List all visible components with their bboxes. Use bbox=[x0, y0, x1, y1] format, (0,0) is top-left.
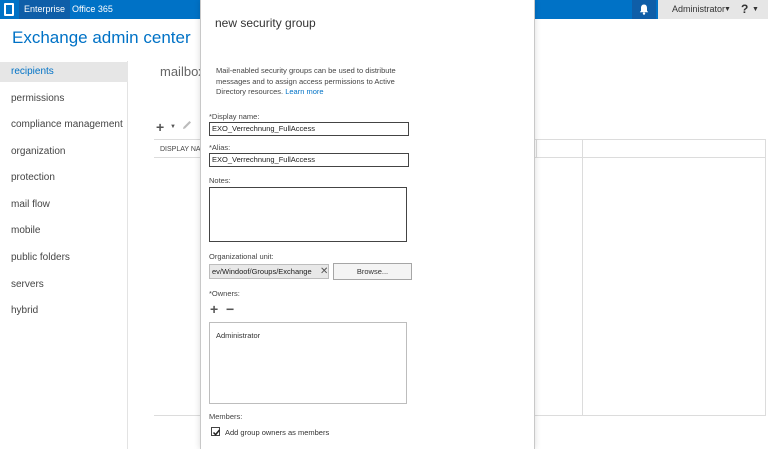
user-name[interactable]: Administrator bbox=[672, 0, 725, 19]
nav-item-public-folders[interactable]: public folders bbox=[0, 248, 128, 268]
nav-item-servers[interactable]: servers bbox=[0, 275, 128, 295]
app-title: Exchange admin center bbox=[12, 28, 191, 47]
nav-item-hybrid[interactable]: hybrid bbox=[0, 301, 128, 321]
add-owners-as-members-label[interactable]: Add group owners as members bbox=[225, 428, 329, 437]
new-security-group-dialog: new security group Mail-enabled security… bbox=[200, 0, 535, 449]
user-menu[interactable]: Administrator ▼ ? ▼ bbox=[658, 0, 768, 19]
list-item[interactable]: Administrator bbox=[216, 331, 260, 340]
office-logo-icon[interactable] bbox=[4, 3, 14, 16]
bell-icon bbox=[639, 4, 649, 15]
chevron-down-icon[interactable]: ▼ bbox=[170, 124, 176, 130]
checkmark-icon bbox=[212, 429, 221, 436]
nav-item-organization[interactable]: organization bbox=[0, 142, 128, 162]
learn-more-link[interactable]: Learn more bbox=[285, 87, 323, 96]
plus-icon[interactable]: + bbox=[156, 119, 164, 135]
plus-icon[interactable]: + bbox=[210, 302, 218, 316]
owners-label: *Owners: bbox=[209, 289, 240, 298]
minus-icon[interactable]: − bbox=[226, 302, 234, 316]
alias-field[interactable]: EXO_Verrechnung_FullAccess bbox=[209, 153, 409, 167]
tab-enterprise[interactable]: Enterprise bbox=[19, 0, 71, 19]
notifications-button[interactable] bbox=[632, 0, 656, 19]
pencil-icon[interactable] bbox=[182, 120, 192, 130]
owners-list[interactable]: Administrator bbox=[209, 322, 407, 404]
grid-divider bbox=[765, 139, 766, 416]
grid-divider bbox=[582, 139, 583, 416]
alias-label: *Alias: bbox=[209, 143, 231, 152]
members-label: Members: bbox=[209, 412, 243, 421]
nav-item-permissions[interactable]: permissions bbox=[0, 89, 128, 109]
help-icon[interactable]: ? bbox=[741, 0, 748, 19]
tab-office-365[interactable]: Office 365 bbox=[72, 0, 113, 19]
notes-field[interactable] bbox=[209, 187, 407, 242]
add-owners-as-members-checkbox[interactable] bbox=[211, 427, 221, 436]
nav-item-mobile[interactable]: mobile bbox=[0, 221, 128, 241]
dialog-description: Mail-enabled security groups can be used… bbox=[216, 66, 416, 98]
chevron-down-icon: ▼ bbox=[724, 6, 731, 13]
nav-item-mail-flow[interactable]: mail flow bbox=[0, 195, 128, 215]
nav-item-protection[interactable]: protection bbox=[0, 168, 128, 188]
browse-button[interactable]: Browse... bbox=[333, 263, 412, 280]
display-name-label: *Display name: bbox=[209, 112, 260, 121]
left-nav: recipients permissions compliance manage… bbox=[0, 61, 128, 449]
dialog-title: new security group bbox=[215, 16, 316, 30]
display-name-field[interactable]: EXO_Verrechnung_FullAccess bbox=[209, 122, 409, 136]
grid-divider bbox=[536, 139, 537, 157]
nav-item-compliance-management[interactable]: compliance management bbox=[0, 115, 128, 135]
ou-label: Organizational unit: bbox=[209, 252, 274, 261]
close-icon[interactable]: ✕ bbox=[320, 265, 328, 278]
ou-field[interactable]: ev/Windoof/Groups/Exchange bbox=[209, 264, 329, 279]
nav-item-recipients[interactable]: recipients bbox=[0, 62, 128, 82]
chevron-down-icon: ▼ bbox=[752, 6, 759, 13]
notes-label: Notes: bbox=[209, 176, 231, 185]
